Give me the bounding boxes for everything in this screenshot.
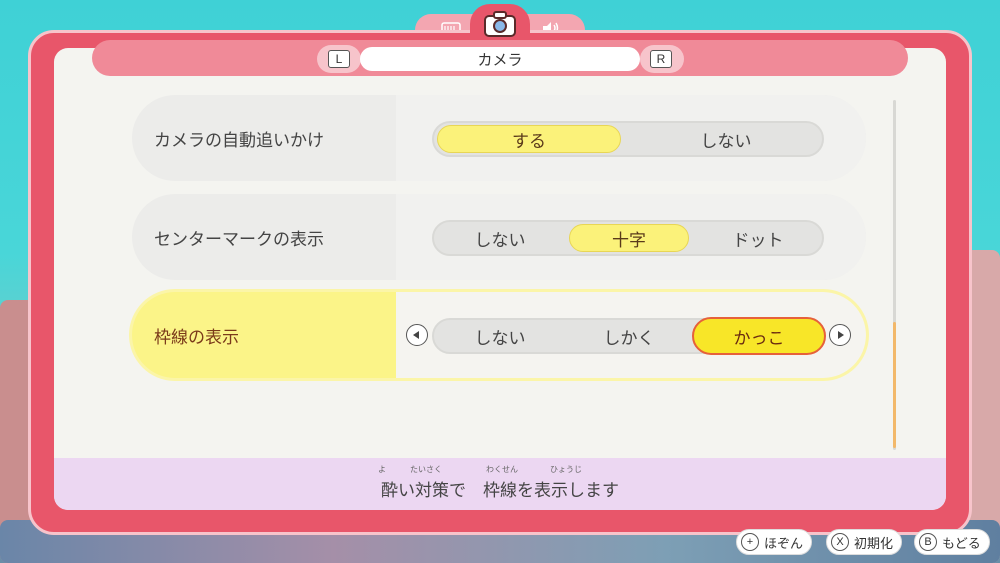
setting-label: カメラの自動追いかけ (154, 130, 324, 151)
description-bar: よ たいさく わくせん ひょうじ 酔い対策で 枠線を表示します (54, 458, 946, 510)
option-none[interactable]: しない (440, 322, 560, 350)
ruby-text: よ (378, 465, 386, 474)
option-square[interactable]: しかく (569, 322, 689, 350)
arrow-right-icon (838, 331, 844, 339)
setting-label: センターマークの表示 (154, 229, 324, 250)
option-on[interactable]: する (437, 125, 621, 153)
prev-option-button[interactable] (406, 324, 428, 346)
option-group: しない 十字 ドット (432, 220, 824, 256)
ruby-text: たいさく (410, 465, 442, 474)
ruby-text: わくせん (486, 465, 518, 474)
ruby-text: ひょうじ (550, 465, 582, 474)
save-label: ほぞん (764, 536, 804, 552)
b-key-icon: B (919, 533, 937, 551)
save-button[interactable]: + ほぞん (736, 529, 813, 555)
x-key-icon: X (831, 533, 849, 551)
ruby-annotations: よ たいさく わくせん ひょうじ (54, 464, 946, 476)
description-text: 酔い対策で 枠線を表示します (381, 481, 619, 501)
next-tab-button[interactable]: R (650, 50, 672, 68)
camera-icon (483, 10, 517, 38)
option-none[interactable]: しない (440, 224, 560, 252)
setting-row-frame-lines[interactable]: 枠線の表示 しない しかく かっこ (132, 292, 866, 378)
scrollbar-thumb[interactable] (893, 322, 896, 448)
back-button[interactable]: B もどる (914, 529, 990, 555)
next-option-button[interactable] (829, 324, 851, 346)
arrow-left-icon (413, 331, 419, 339)
setting-row-center-mark[interactable]: センターマークの表示 しない 十字 ドット (132, 194, 866, 280)
page-title: カメラ (360, 47, 640, 71)
option-bracket[interactable]: かっこ (692, 317, 826, 355)
option-cross[interactable]: 十字 (569, 224, 689, 252)
option-group: しない しかく かっこ (432, 317, 826, 355)
prev-tab-button[interactable]: L (328, 50, 350, 68)
back-label: もどる (942, 536, 981, 552)
option-dot[interactable]: ドット (698, 224, 818, 252)
setting-row-auto-follow[interactable]: カメラの自動追いかけ する しない (132, 95, 866, 181)
option-off[interactable]: しない (634, 125, 818, 153)
option-group: する しない (432, 121, 824, 157)
reset-label: 初期化 (854, 536, 894, 552)
plus-key-icon: + (741, 533, 759, 551)
setting-label: 枠線の表示 (154, 327, 239, 348)
reset-button[interactable]: X 初期化 (826, 529, 903, 555)
